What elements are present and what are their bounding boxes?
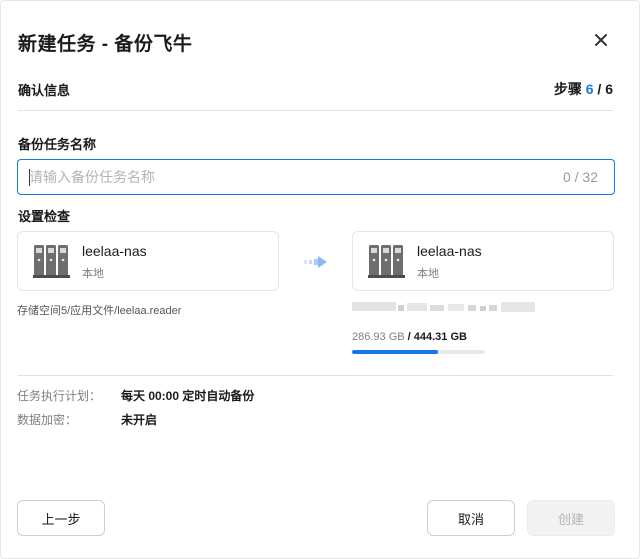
storage-separator: / [404, 331, 414, 343]
encryption-value: 未开启 [121, 413, 158, 427]
task-name-field[interactable]: 0 / 32 [17, 159, 615, 195]
source-path: 存储空间5/应用文件/leelaa.reader [17, 305, 182, 317]
task-name-input[interactable] [29, 160, 549, 194]
settings-check-label: 设置检查 [18, 209, 71, 224]
server-rack-icon [33, 245, 70, 278]
source-device-location: 本地 [82, 268, 104, 280]
cancel-button[interactable]: 取消 [427, 500, 515, 536]
dialog-title: 新建任务 - 备份飞牛 [18, 34, 193, 55]
task-name-label: 备份任务名称 [18, 137, 97, 152]
close-icon [595, 34, 607, 46]
schedule-key: 任务执行计划： [17, 389, 102, 403]
storage-progress-fill [352, 350, 438, 354]
backup-task-dialog: 新建任务 - 备份飞牛 确认信息 步骤 6 / 6 备份任务名称 0 / 32 … [0, 0, 640, 559]
step-separator: / [597, 81, 602, 97]
close-button[interactable] [589, 28, 613, 52]
storage-total: 444.31 GB [413, 331, 467, 343]
arrow-right-icon [304, 256, 327, 268]
schedule-value: 每天 00:00 定时自动备份 [121, 389, 255, 403]
previous-step-button[interactable]: 上一步 [17, 500, 105, 536]
server-rack-icon [368, 245, 405, 278]
storage-progress-bar [352, 350, 485, 354]
target-device-name: leelaa-nas [417, 243, 482, 259]
source-device-name: leelaa-nas [82, 243, 147, 259]
target-device-location: 本地 [417, 268, 439, 280]
target-device-card: leelaa-nas 本地 [352, 231, 614, 291]
source-device-card: leelaa-nas 本地 [17, 231, 279, 291]
storage-used: 286.93 GB [352, 331, 405, 343]
char-count: 0 / 32 [562, 169, 598, 185]
step-total: 6 [605, 81, 613, 97]
create-button[interactable]: 创建 [527, 500, 615, 536]
step-prefix: 步骤 [553, 81, 582, 97]
step-title: 确认信息 [18, 83, 71, 98]
redacted-target-path [352, 302, 535, 312]
step-current: 6 [585, 81, 594, 97]
step-counter: 步骤 6 / 6 [554, 79, 613, 99]
encryption-key: 数据加密： [17, 413, 78, 427]
storage-usage: 286.93 GB / 444.31 GB [352, 331, 467, 343]
section-divider [18, 375, 613, 376]
header-divider [18, 110, 613, 111]
